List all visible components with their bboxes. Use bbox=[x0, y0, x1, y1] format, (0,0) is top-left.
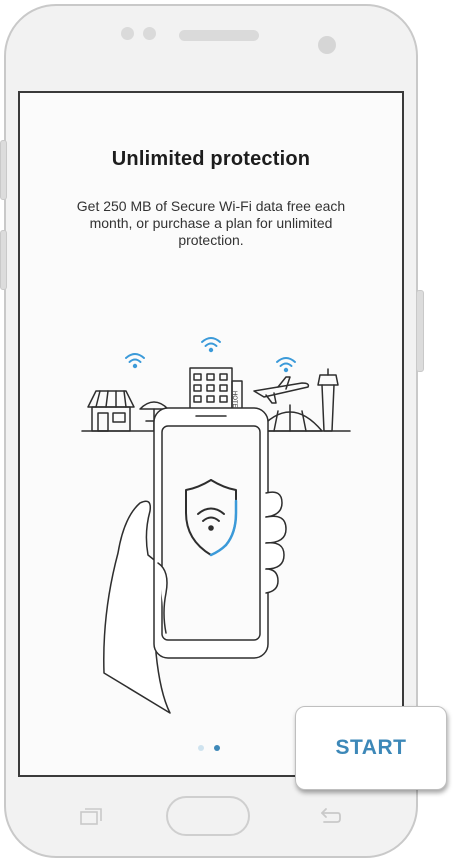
airplane-icon bbox=[253, 376, 310, 404]
page-dot-inactive[interactable] bbox=[198, 745, 204, 751]
power-key bbox=[416, 290, 424, 372]
recent-apps-icon[interactable] bbox=[80, 808, 102, 826]
phone-screen: Unlimited protection Get 250 MB of Secur… bbox=[18, 91, 404, 777]
secure-wifi-illustration: HOTEL bbox=[81, 337, 351, 714]
shop-icon bbox=[87, 390, 135, 432]
earpiece-speaker bbox=[179, 30, 259, 41]
sensor-dot bbox=[143, 27, 156, 40]
control-tower-icon bbox=[317, 368, 339, 432]
back-icon[interactable] bbox=[318, 806, 342, 826]
front-camera bbox=[318, 36, 336, 54]
hand-holding-phone bbox=[103, 407, 287, 714]
page-dot-active[interactable] bbox=[214, 745, 220, 751]
page-indicator bbox=[198, 745, 220, 753]
volume-down-key bbox=[0, 230, 7, 290]
volume-up-key bbox=[0, 140, 7, 200]
wifi-icon bbox=[125, 337, 296, 373]
home-button[interactable] bbox=[166, 796, 250, 836]
start-button[interactable]: START bbox=[295, 706, 447, 790]
sensor-dot bbox=[121, 27, 134, 40]
